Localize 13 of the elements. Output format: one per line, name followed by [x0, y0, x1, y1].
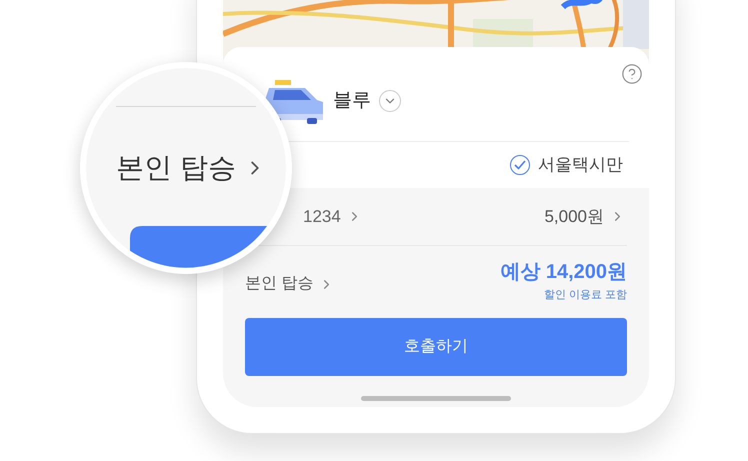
dropdown-button[interactable]	[379, 90, 401, 112]
estimated-price: 예상 14,200원	[500, 260, 627, 285]
magnified-ride-option: 본인 탑승	[116, 147, 266, 189]
help-icon[interactable]	[621, 63, 643, 85]
seoul-only-checkbox[interactable]	[510, 155, 530, 175]
check-icon	[514, 160, 526, 170]
row-link[interactable]: 1234	[303, 204, 362, 230]
seoul-only-label: 서울택시만	[538, 154, 623, 176]
price-note: 할인 이용료 포함	[544, 288, 627, 303]
vehicle-name: 블루	[333, 88, 371, 113]
ride-option-link[interactable]: 본인 탑승	[245, 272, 334, 296]
call-button[interactable]: 호출하기	[245, 318, 627, 376]
row-link[interactable]: 5,000원	[544, 204, 625, 230]
